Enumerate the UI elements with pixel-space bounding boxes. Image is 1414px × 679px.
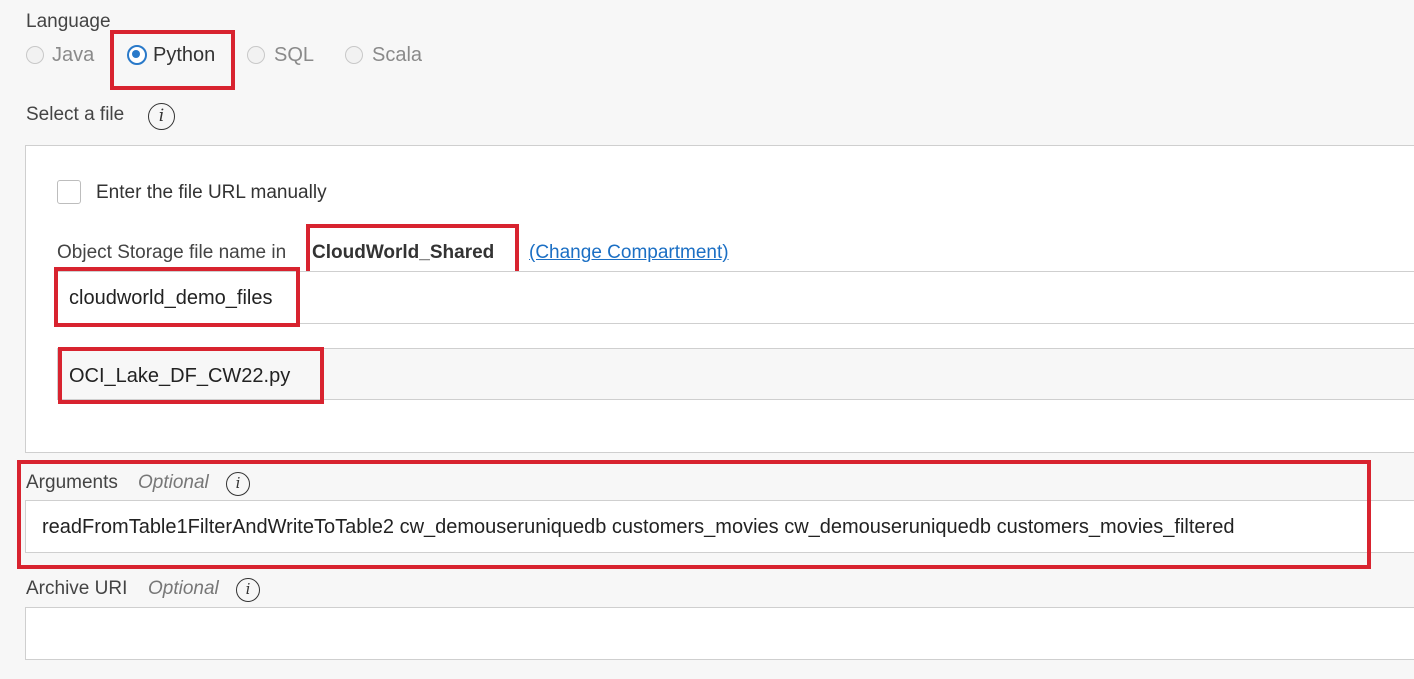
highlight-file-name <box>58 347 324 404</box>
highlight-bucket <box>54 267 300 327</box>
radio-java-label[interactable]: Java <box>52 44 94 67</box>
language-label: Language <box>26 11 111 32</box>
object-storage-label: Object Storage file name in <box>57 242 287 263</box>
highlight-python <box>110 30 235 90</box>
archive-uri-label: Archive URI <box>26 578 128 599</box>
highlight-arguments <box>17 460 1371 569</box>
select-file-label: Select a file <box>26 104 125 125</box>
radio-scala-button[interactable] <box>345 46 363 64</box>
radio-sql-button[interactable] <box>247 46 265 64</box>
archive-uri-optional: Optional <box>148 578 219 599</box>
radio-scala-label[interactable]: Scala <box>372 44 422 67</box>
info-icon[interactable]: i <box>236 578 260 602</box>
manual-url-checkbox[interactable] <box>57 180 81 204</box>
manual-url-label[interactable]: Enter the file URL manually <box>96 182 327 204</box>
change-compartment-link[interactable]: (Change Compartment) <box>529 242 729 264</box>
archive-uri-input[interactable] <box>25 607 1414 660</box>
radio-java-button[interactable] <box>26 46 44 64</box>
info-icon[interactable]: i <box>148 103 175 130</box>
radio-sql-label[interactable]: SQL <box>274 44 314 67</box>
